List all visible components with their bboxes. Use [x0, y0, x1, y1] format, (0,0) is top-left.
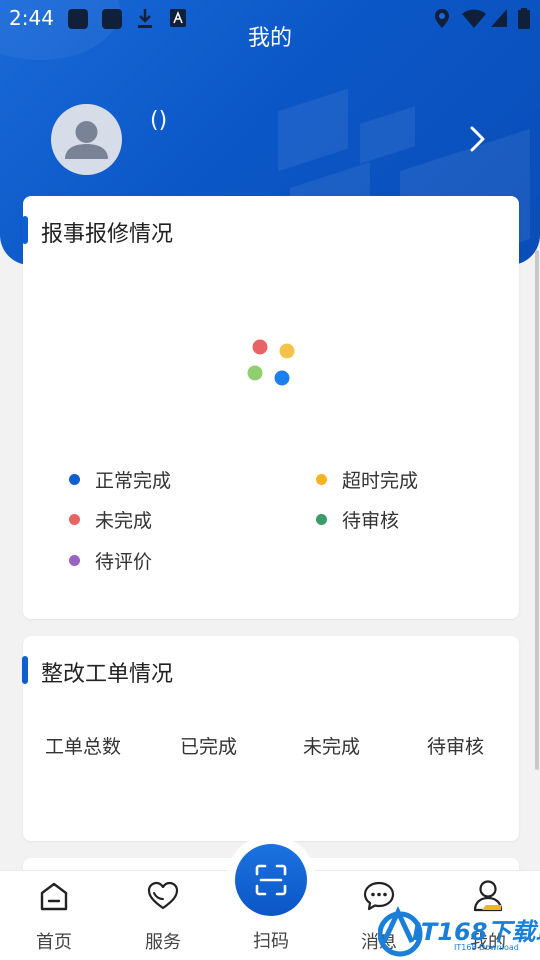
legend-label: 超时完成	[342, 470, 419, 492]
watermark-logo: IT168下载站 IT168 Download	[377, 902, 540, 958]
loading-dot	[247, 365, 263, 381]
card-accent-bar	[22, 216, 28, 244]
stat-not-completed[interactable]: 未完成	[303, 732, 360, 759]
user-avatar-icon	[65, 121, 108, 159]
legend-item-not-done: 未完成	[69, 506, 152, 533]
tab-label: 服务	[145, 932, 181, 953]
loading-spinner	[247, 339, 295, 386]
legend-item-pending-review: 待审核	[316, 506, 399, 533]
tab-home[interactable]: 首页	[14, 871, 94, 960]
card-accent-bar	[22, 656, 28, 684]
user-name[interactable]: ()	[150, 108, 167, 133]
tab-label-scan[interactable]: 扫码	[231, 927, 311, 953]
report-repair-card: 报事报修情况 正常完成 超时完成 未完成 待审核 待评价	[22, 196, 519, 619]
loading-dot	[252, 339, 268, 355]
scrollbar[interactable]	[535, 250, 539, 770]
legend-dot	[69, 514, 80, 525]
avatar[interactable]	[51, 104, 122, 175]
scan-button[interactable]	[235, 844, 307, 916]
heart-icon	[147, 881, 179, 915]
stat-total-orders[interactable]: 工单总数	[45, 732, 121, 759]
legend-label: 正常完成	[95, 470, 172, 492]
legend-item-overtime-done: 超时完成	[316, 466, 418, 493]
legend-label: 待审核	[342, 510, 400, 532]
watermark-subtext: IT168 Download	[454, 943, 519, 952]
legend-dot	[316, 514, 327, 525]
legend-dot	[316, 474, 327, 485]
legend-item-pending-rating: 待评价	[69, 547, 152, 574]
stat-completed[interactable]: 已完成	[180, 732, 237, 759]
scan-icon	[255, 864, 287, 896]
rectify-order-card: 整改工单情况 工单总数 已完成 未完成 待审核	[22, 636, 519, 841]
home-icon	[38, 881, 70, 917]
decor-cube	[278, 88, 348, 172]
stat-pending-review[interactable]: 待审核	[427, 732, 484, 759]
tab-label: 首页	[36, 932, 72, 953]
loading-dot	[279, 343, 295, 359]
chevron-right-icon[interactable]	[468, 124, 488, 158]
decor-cube	[360, 106, 415, 164]
loading-dot	[274, 370, 290, 386]
legend-item-normal-done: 正常完成	[69, 466, 171, 493]
card-title: 整改工单情况	[41, 662, 174, 687]
legend-dot	[69, 474, 80, 485]
legend-dot	[69, 555, 80, 566]
legend-label: 未完成	[95, 510, 153, 532]
watermark-text: IT168下载站	[412, 918, 540, 946]
card-title: 报事报修情况	[41, 222, 174, 247]
tab-services[interactable]: 服务	[123, 871, 203, 960]
page-title: 我的	[247, 26, 292, 51]
legend-label: 待评价	[95, 551, 153, 573]
